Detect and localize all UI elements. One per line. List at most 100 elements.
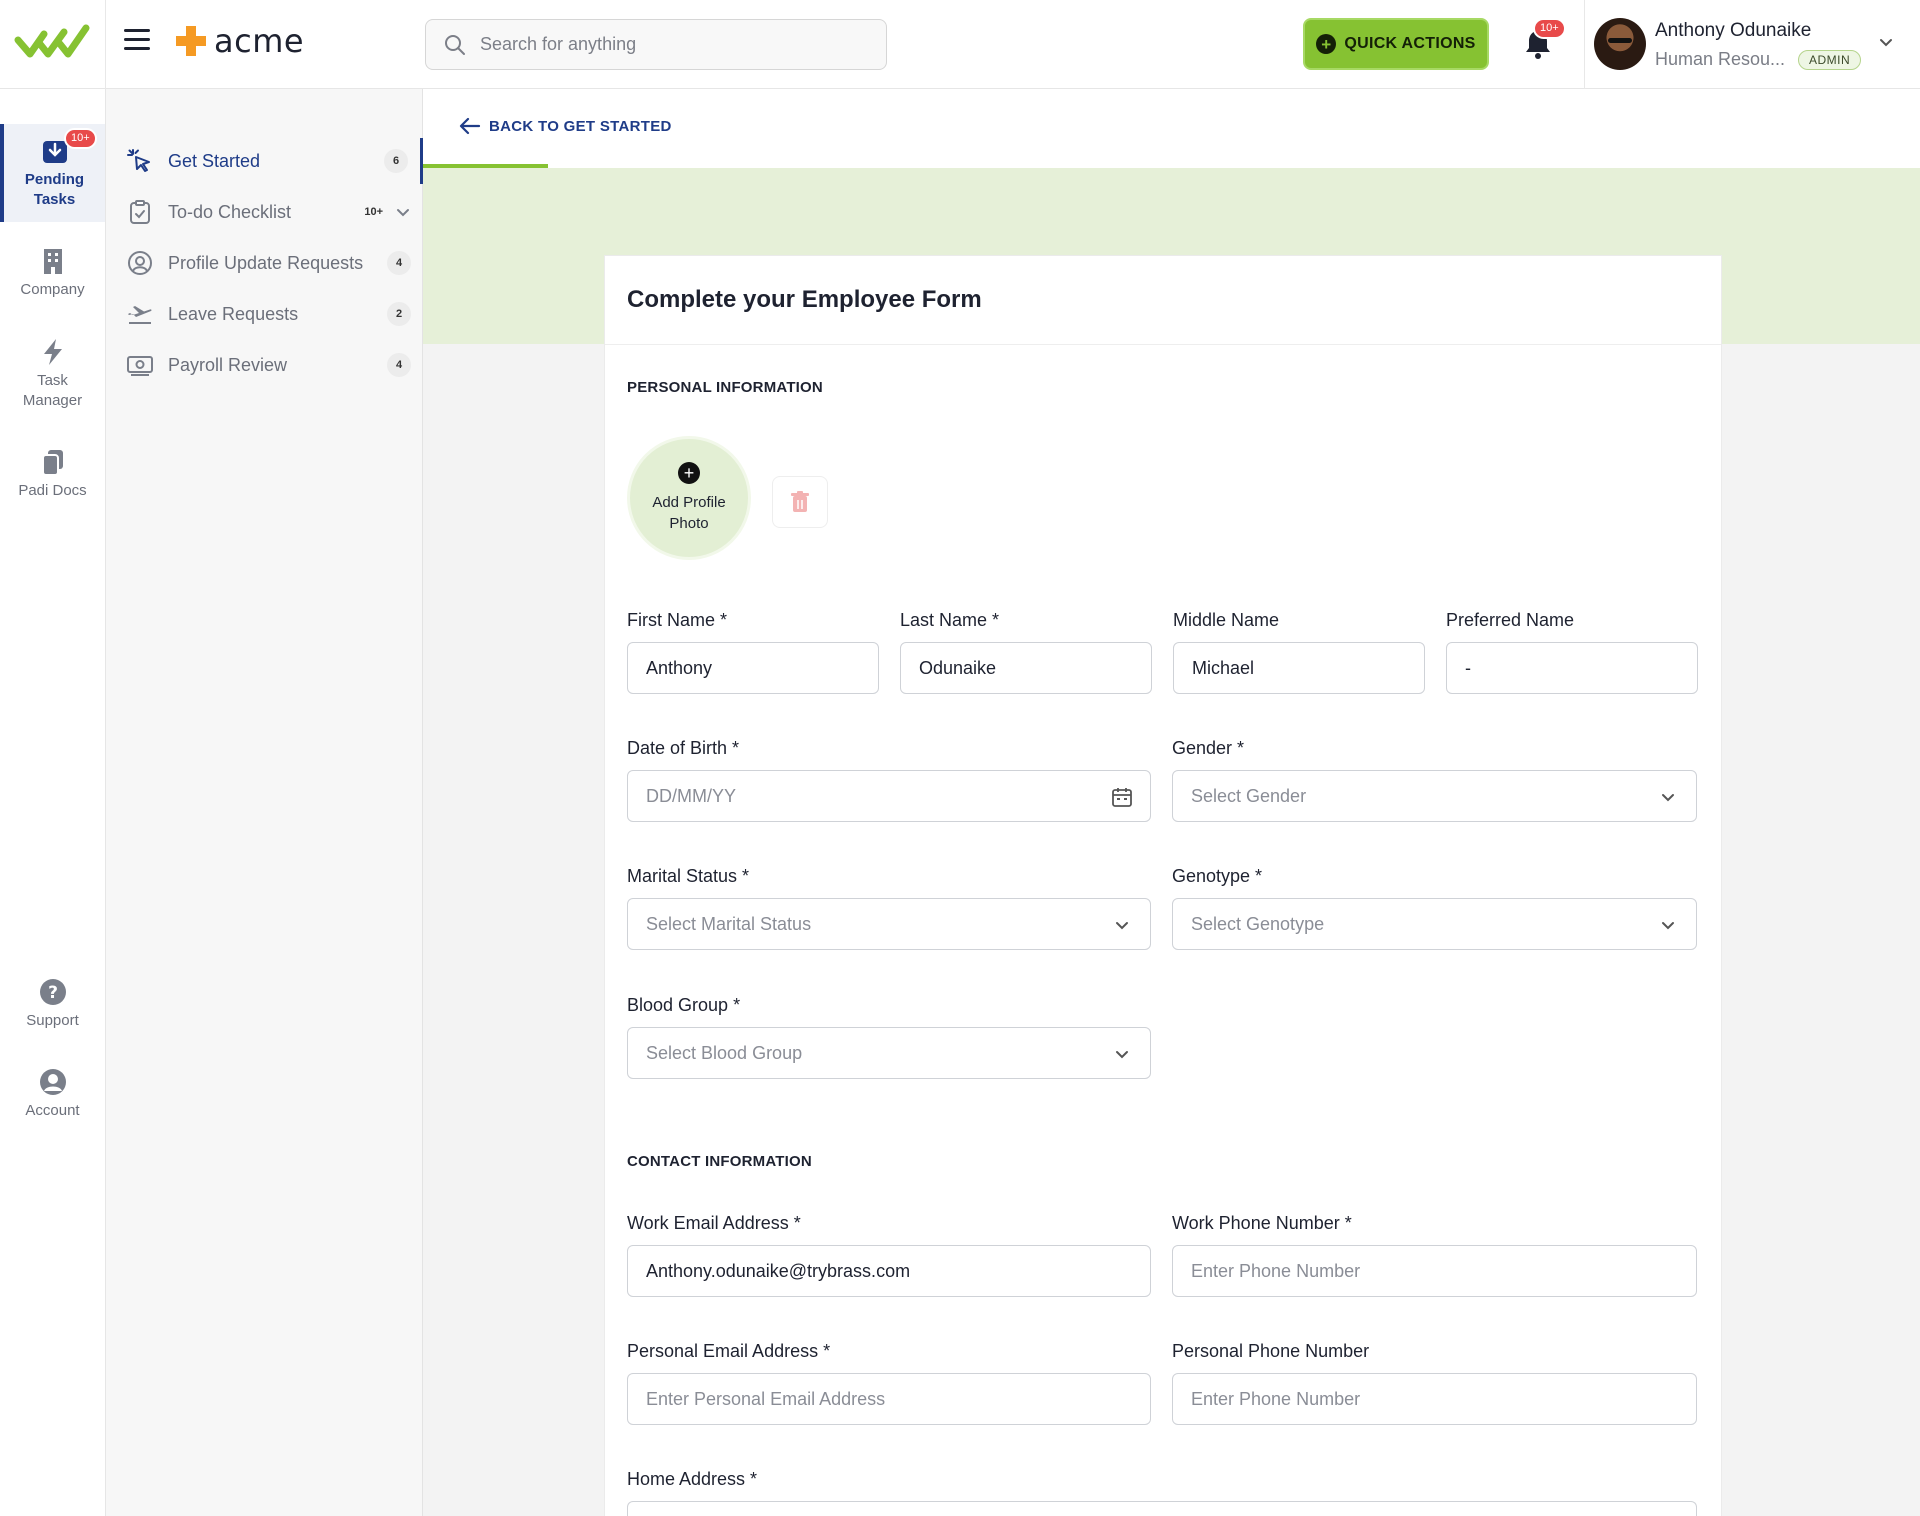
form-title: Complete your Employee Form: [627, 286, 982, 313]
plus-circle-icon: +: [678, 462, 700, 484]
subnav-label: Leave Requests: [168, 303, 299, 324]
count-badge: 6: [384, 149, 408, 173]
acme-cross-icon: [176, 26, 206, 56]
svg-text:?: ?: [48, 983, 58, 1003]
quick-actions-button[interactable]: + QUICK ACTIONS: [1303, 18, 1489, 70]
dob-field[interactable]: [627, 770, 1151, 822]
preferred-name-input[interactable]: [1465, 657, 1674, 679]
nav-company[interactable]: Company: [0, 246, 105, 300]
gender-select[interactable]: Select Gender: [1172, 770, 1697, 822]
chevron-down-icon[interactable]: [395, 204, 411, 220]
first-name-field[interactable]: [627, 642, 879, 694]
documents-icon: [41, 450, 63, 476]
blood-group-label: Blood Group *: [627, 995, 741, 1015]
search-input[interactable]: [480, 34, 860, 55]
divider: [605, 344, 1721, 345]
subnav-label: Profile Update Requests: [168, 252, 364, 273]
back-bar: BACK TO GET STARTED: [423, 89, 1920, 168]
last-name-field[interactable]: [900, 642, 1152, 694]
airplane-icon: [126, 300, 154, 328]
help-circle-icon: ?: [39, 979, 66, 1005]
middle-name-input[interactable]: [1192, 657, 1401, 679]
add-profile-photo-button[interactable]: + Add Profile Photo: [627, 436, 751, 560]
count-badge: 2: [387, 302, 411, 326]
subnav-label: Get Started: [168, 150, 261, 171]
work-phone-input[interactable]: [1191, 1260, 1646, 1282]
left-nav: 10+ Pending Tasks Company Task Manager P…: [0, 89, 106, 1516]
arrow-left-icon: [459, 117, 481, 135]
subnav-item-leave-requests[interactable]: Leave Requests 2: [106, 291, 423, 337]
subnav-item-get-started[interactable]: Get Started 6: [106, 138, 423, 184]
notification-badge: 10+: [1533, 18, 1566, 39]
nav-label: Task: [37, 372, 68, 389]
last-name-input[interactable]: [919, 657, 1128, 679]
dob-input[interactable]: [646, 785, 1100, 807]
marital-status-select[interactable]: Select Marital Status: [627, 898, 1151, 950]
blood-placeholder: Select Blood Group: [646, 1042, 803, 1063]
cursor-click-icon: [126, 147, 154, 175]
marital-placeholder: Select Marital Status: [646, 913, 812, 934]
work-phone-label: Work Phone Number *: [1172, 1213, 1352, 1233]
money-icon: [126, 351, 154, 379]
count-badge: 4: [387, 251, 411, 275]
home-address-field[interactable]: [627, 1501, 1697, 1516]
plus-circle-icon: +: [1316, 34, 1337, 54]
clipboard-check-icon: [126, 198, 154, 226]
middle-name-field[interactable]: [1173, 642, 1425, 694]
personal-email-label: Personal Email Address *: [627, 1341, 831, 1361]
home-address-label: Home Address *: [627, 1469, 758, 1489]
chevron-down-icon: [1662, 794, 1674, 802]
middle-name-label: Middle Name: [1173, 610, 1280, 630]
personal-email-field[interactable]: [627, 1373, 1151, 1425]
user-circle-icon: [126, 249, 154, 277]
genotype-placeholder: Select Genotype: [1191, 913, 1325, 934]
chevron-down-icon[interactable]: [1878, 34, 1894, 50]
add-photo-label: Add Profile Photo: [652, 494, 726, 532]
delete-photo-button[interactable]: [772, 476, 828, 528]
nav-label: Padi Docs: [18, 482, 87, 499]
back-to-get-started-link[interactable]: BACK TO GET STARTED: [459, 117, 672, 135]
subnav-item-profile-update-requests[interactable]: Profile Update Requests 4: [106, 240, 423, 286]
first-name-label: First Name *: [627, 610, 728, 630]
subnav-label: To-do Checklist: [168, 201, 292, 222]
subnav-label: Payroll Review: [168, 354, 288, 375]
nav-account[interactable]: Account: [0, 1067, 105, 1121]
user-name: Anthony Odunaike: [1655, 20, 1812, 41]
gender-label: Gender *: [1172, 738, 1245, 758]
work-email-field[interactable]: [627, 1245, 1151, 1297]
notifications-button[interactable]: 10+: [1523, 18, 1566, 60]
nav-pending-tasks[interactable]: 10+ Pending Tasks: [0, 124, 105, 222]
personal-email-input[interactable]: [646, 1388, 1100, 1410]
work-email-input[interactable]: [646, 1260, 1100, 1282]
work-email-label: Work Email Address *: [627, 1213, 801, 1233]
search-box[interactable]: [425, 19, 887, 70]
user-circle-icon: [39, 1069, 66, 1095]
quick-actions-label: QUICK ACTIONS: [1344, 35, 1476, 52]
first-name-input[interactable]: [646, 657, 855, 679]
menu-toggle-icon[interactable]: [124, 29, 152, 57]
nav-support[interactable]: ? Support: [0, 977, 105, 1031]
gender-placeholder: Select Gender: [1191, 785, 1307, 806]
chevron-down-icon: [1116, 1051, 1128, 1059]
company-logo[interactable]: acme: [174, 22, 304, 60]
subnav-item-payroll-review[interactable]: Payroll Review 4: [106, 342, 423, 388]
subnav-item-todo-checklist[interactable]: To-do Checklist 10+: [106, 189, 423, 235]
calendar-icon[interactable]: [1112, 787, 1132, 807]
preferred-name-field[interactable]: [1446, 642, 1698, 694]
nav-task-manager[interactable]: Task Manager: [0, 337, 105, 410]
contact-info-heading: CONTACT INFORMATION: [627, 1153, 812, 1170]
brand-logo-icon[interactable]: [14, 18, 90, 66]
marital-status-label: Marital Status *: [627, 866, 750, 886]
personal-phone-input[interactable]: [1191, 1388, 1646, 1410]
blood-group-select[interactable]: Select Blood Group: [627, 1027, 1151, 1079]
nav-label: Pending: [24, 171, 85, 188]
search-icon: [445, 34, 465, 55]
nav-padi-docs[interactable]: Padi Docs: [0, 447, 105, 501]
employee-form-card: Complete your Employee Form PERSONAL INF…: [604, 255, 1722, 1516]
personal-phone-field[interactable]: [1172, 1373, 1697, 1425]
genotype-select[interactable]: Select Genotype: [1172, 898, 1697, 950]
work-phone-field[interactable]: [1172, 1245, 1697, 1297]
avatar[interactable]: [1594, 18, 1646, 70]
count-badge: 4: [387, 353, 411, 377]
chevron-down-icon: [1662, 922, 1674, 930]
